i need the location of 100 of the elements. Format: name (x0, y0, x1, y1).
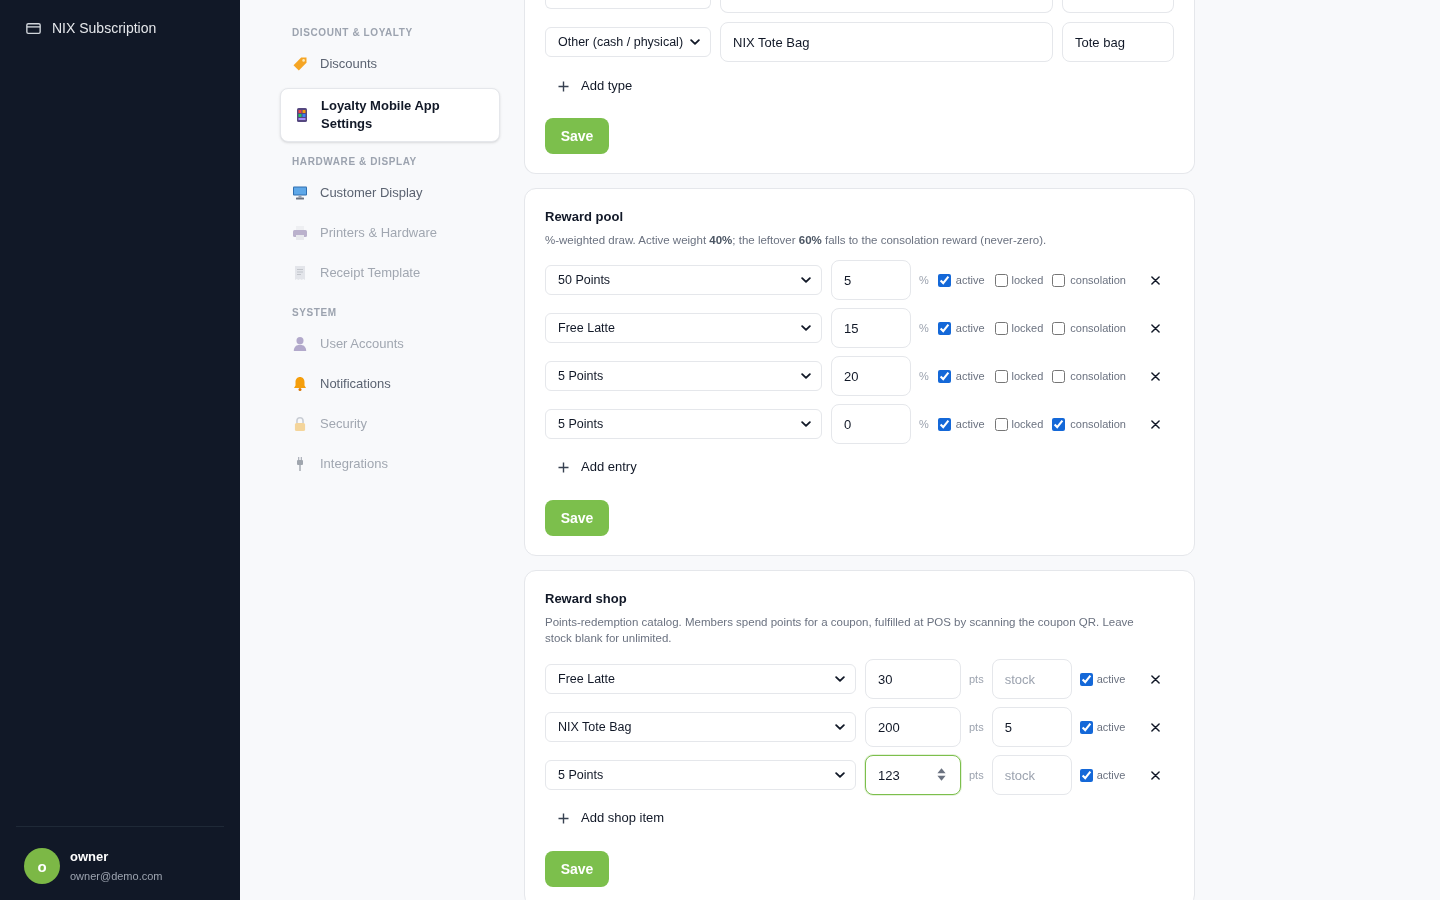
checkbox[interactable] (1052, 417, 1066, 431)
number-field[interactable]: 15 (831, 308, 911, 348)
checkbox-label: active (955, 416, 985, 432)
checkbox[interactable] (1052, 273, 1066, 287)
chevron-down-icon (801, 325, 811, 331)
section-heading: DISCOUNT & LOYALTY (291, 27, 414, 39)
user-email: owner@demo.com (70, 869, 163, 884)
bell-icon (293, 377, 307, 391)
close-icon (1150, 770, 1160, 780)
close-icon (1150, 371, 1160, 381)
user-name: owner (70, 848, 110, 866)
checkbox[interactable] (937, 417, 951, 431)
checkbox[interactable] (1079, 672, 1093, 686)
monitor-icon (293, 186, 307, 200)
printer-icon (293, 226, 307, 240)
checkbox-label: active (955, 272, 985, 288)
checkbox-label: locked (1011, 320, 1044, 336)
select-field[interactable]: Other (cash / physical) (545, 27, 711, 57)
section-title: Reward shop (545, 590, 628, 608)
receipt-icon (293, 266, 307, 280)
number-field[interactable]: 123 (865, 755, 961, 795)
select-field[interactable]: Free Latte (545, 664, 856, 694)
nav-item[interactable]: Customer Display (280, 173, 500, 213)
user-icon (293, 337, 307, 351)
section-title: Reward pool (545, 208, 624, 226)
unit-label: % (919, 320, 929, 336)
add-button[interactable]: Add shop item (545, 802, 678, 834)
unit-label: % (919, 272, 929, 288)
text-field[interactable]: NIX Tote Bag (720, 22, 1053, 62)
chevron-down-icon (835, 772, 845, 778)
text-field[interactable] (1062, 0, 1174, 13)
number-field[interactable]: 20 (831, 356, 911, 396)
select-field[interactable]: 5 Points (545, 361, 822, 391)
plus-icon (558, 461, 569, 473)
number-field[interactable]: 200 (865, 707, 961, 747)
checkbox-label: active (955, 368, 985, 384)
stock-field[interactable]: stock (991, 755, 1072, 795)
card-icon (26, 22, 41, 34)
tag-icon (293, 57, 307, 71)
close-icon (1150, 323, 1160, 333)
section-heading: HARDWARE & DISPLAY (291, 156, 418, 168)
close-icon (1150, 722, 1160, 732)
checkbox[interactable] (994, 369, 1008, 383)
checkbox[interactable] (937, 321, 951, 335)
chevron-down-icon (835, 676, 845, 682)
unit-label: pts (969, 767, 984, 783)
plus-icon (558, 812, 569, 824)
unit-label: % (919, 368, 929, 384)
checkbox-label: locked (1011, 368, 1044, 384)
checkbox-label: active (1096, 719, 1126, 735)
unit-label: pts (969, 719, 984, 735)
unit-label: % (919, 416, 929, 432)
lock-icon (293, 417, 307, 431)
checkbox[interactable] (937, 369, 951, 383)
checkbox[interactable] (994, 321, 1008, 335)
checkbox[interactable] (937, 273, 951, 287)
number-field[interactable]: 30 (865, 659, 961, 699)
checkbox[interactable] (994, 417, 1008, 431)
unit-label: pts (969, 671, 984, 687)
chevron-down-icon (801, 277, 811, 283)
section-description: Points-redemption catalog. Members spend points for a coupon, fulfilled at POS by scanning the coupon QR. Leave stock blank for unlimited. (545, 615, 1135, 646)
stock-field[interactable]: stock (991, 659, 1072, 699)
close-icon (1150, 674, 1160, 684)
close-icon (1150, 275, 1160, 285)
stock-field[interactable]: 5 (991, 707, 1072, 747)
select-field[interactable]: NIX Tote Bag (545, 712, 856, 742)
checkbox[interactable] (994, 273, 1008, 287)
checkbox[interactable] (1079, 720, 1093, 734)
checkbox[interactable] (1052, 369, 1066, 383)
phone-icon (295, 108, 309, 122)
number-field[interactable]: 0 (831, 404, 911, 444)
select-field[interactable]: Free Latte (545, 313, 822, 343)
avatar: o (24, 848, 60, 884)
plus-icon (558, 80, 569, 92)
chevron-down-icon (835, 724, 845, 730)
checkbox-label: consolation (1070, 368, 1126, 384)
nav-item[interactable]: Loyalty Mobile App Settings (280, 88, 500, 142)
select-field[interactable]: 5 Points (545, 409, 822, 439)
chevron-down-icon (801, 373, 811, 379)
add-button[interactable]: Add entry (545, 451, 650, 483)
checkbox-label: consolation (1070, 320, 1126, 336)
select-field[interactable] (545, 0, 711, 9)
checkbox[interactable] (1052, 321, 1066, 335)
chevron-down-icon (690, 39, 700, 45)
spinner-icon (937, 767, 946, 782)
nav-item[interactable]: Discounts (280, 44, 500, 84)
checkbox-label: locked (1011, 416, 1044, 432)
text-field[interactable]: Tote bag (1062, 22, 1174, 62)
number-field[interactable]: 5 (831, 260, 911, 300)
add-button[interactable]: Add type (545, 70, 646, 102)
text-field[interactable] (720, 0, 1053, 13)
checkbox[interactable] (1079, 768, 1093, 782)
checkbox-label: locked (1011, 272, 1044, 288)
section-heading: SYSTEM (291, 307, 338, 319)
subscription-link[interactable]: NIX Subscription (14, 12, 169, 44)
checkbox-label: active (1096, 671, 1126, 687)
select-field[interactable]: 50 Points (545, 265, 822, 295)
nav-item[interactable]: Notifications (280, 364, 500, 404)
select-field[interactable]: 5 Points (545, 760, 856, 790)
checkbox-label: active (955, 320, 985, 336)
